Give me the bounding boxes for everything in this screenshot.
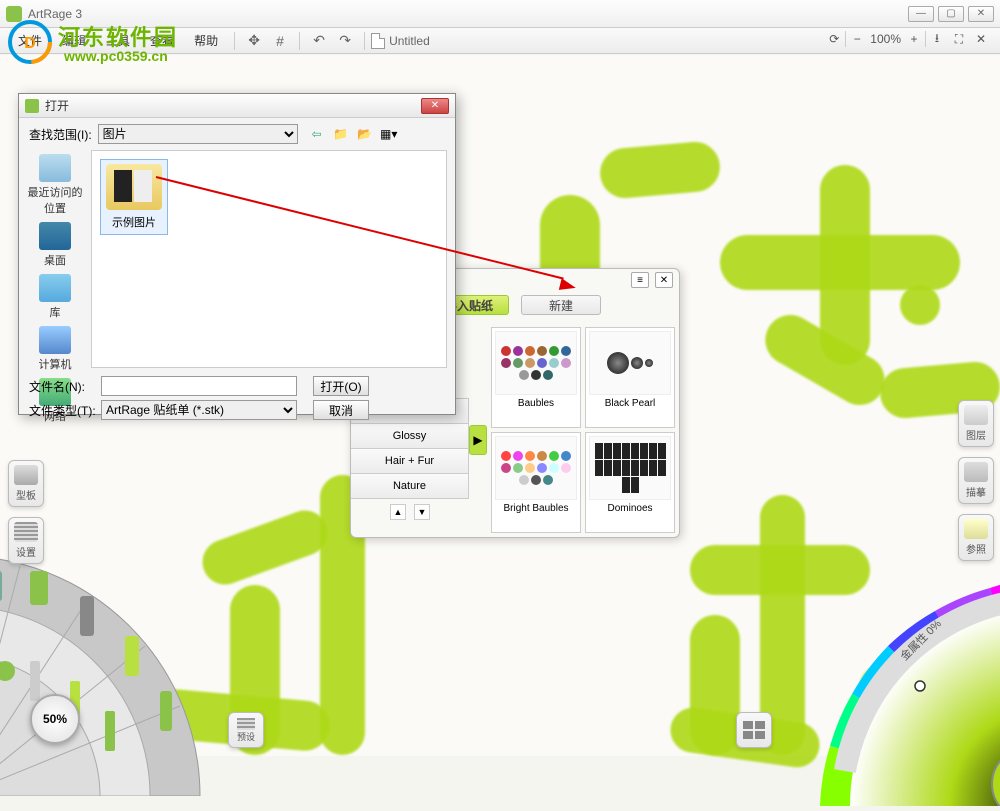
- document-title: Untitled: [389, 34, 430, 48]
- move-tool-icon[interactable]: ✥: [244, 31, 264, 51]
- download-icon[interactable]: ⭳: [928, 30, 946, 48]
- divider: [364, 32, 365, 50]
- zoom-level: 100%: [870, 32, 901, 46]
- new-folder-icon[interactable]: 📂: [356, 125, 374, 143]
- menu-tools[interactable]: 工具: [96, 28, 140, 53]
- sticker-card-black-pearl[interactable]: Black Pearl: [585, 327, 675, 428]
- menu-edit[interactable]: 编辑: [52, 28, 96, 53]
- zoom-out-icon[interactable]: −: [848, 30, 866, 48]
- window-titlebar: ArtRage 3 — ▢ ✕: [0, 0, 1000, 28]
- dialog-icon: [25, 99, 39, 113]
- settings-panel-button[interactable]: 设置: [8, 517, 44, 564]
- rotate-icon[interactable]: ⟳: [825, 30, 843, 48]
- look-in-label: 查找范围(I):: [29, 126, 92, 143]
- dialog-titlebar: 打开 ✕: [19, 94, 455, 118]
- panel-menu-icon[interactable]: ≡: [631, 272, 649, 288]
- sticker-card-bright-baubles[interactable]: Bright Baubles: [491, 432, 581, 533]
- new-sticker-tab[interactable]: 新建: [521, 295, 601, 315]
- panel-close-icon[interactable]: ✕: [655, 272, 673, 288]
- category-nature[interactable]: Nature: [351, 473, 469, 499]
- filetype-select[interactable]: ArtRage 贴纸单 (*.stk): [101, 400, 297, 420]
- dialog-close-button[interactable]: ✕: [421, 98, 449, 114]
- sticker-grid: Baubles Black Pearl Bright Baubles: [487, 323, 679, 537]
- menu-file[interactable]: 文件: [8, 28, 52, 53]
- menu-view[interactable]: 查看: [140, 28, 184, 53]
- app-icon: [6, 6, 22, 22]
- filetype-label: 文件类型(T):: [29, 402, 101, 419]
- menu-help[interactable]: 帮助: [184, 28, 228, 53]
- views-icon[interactable]: ▦▾: [380, 125, 398, 143]
- app-title: ArtRage 3: [28, 7, 82, 21]
- sticker-card-baubles[interactable]: Baubles: [491, 327, 581, 428]
- expand-right-icon[interactable]: ▶: [469, 425, 487, 455]
- file-list[interactable]: 示例图片: [91, 150, 447, 368]
- color-picker-wheel[interactable]: 金属性 0%: [790, 546, 1000, 806]
- places-sidebar: 最近访问的位置 桌面 库 计算机 网络: [19, 150, 91, 368]
- place-libraries[interactable]: 库: [23, 274, 87, 320]
- redo-icon[interactable]: ↷: [335, 31, 355, 51]
- divider: [234, 32, 235, 50]
- undo-icon[interactable]: ↶: [309, 31, 329, 51]
- minimize-button[interactable]: —: [908, 6, 934, 22]
- back-icon[interactable]: ⇦: [308, 125, 326, 143]
- look-in-select[interactable]: 图片: [98, 124, 298, 144]
- grid-tool-icon[interactable]: #: [270, 31, 290, 51]
- category-hair-fur[interactable]: Hair + Fur: [351, 448, 469, 474]
- open-file-dialog: 打开 ✕ 查找范围(I): 图片 ⇦ 📁 📂 ▦▾ 最近访问的位置 桌面 库 计…: [18, 93, 456, 415]
- filename-label: 文件名(N):: [29, 378, 101, 395]
- stencil-panel-button[interactable]: 型板: [8, 460, 44, 507]
- close-button[interactable]: ✕: [968, 6, 994, 22]
- trace-panel-button[interactable]: 描摹: [958, 457, 994, 504]
- maximize-button[interactable]: ▢: [938, 6, 964, 22]
- chevron-up-icon[interactable]: ▲: [390, 504, 406, 520]
- fullscreen-icon[interactable]: ⛶: [950, 30, 968, 48]
- refs-panel-button[interactable]: 参照: [958, 514, 994, 561]
- chevron-down-icon[interactable]: ▼: [414, 504, 430, 520]
- dialog-title: 打开: [45, 97, 69, 114]
- brush-size-pod[interactable]: 50%: [30, 694, 80, 744]
- filename-input[interactable]: [101, 376, 297, 396]
- open-button[interactable]: 打开(O): [313, 376, 369, 396]
- samples-button[interactable]: [736, 712, 772, 748]
- divider: [299, 32, 300, 50]
- layers-panel-button[interactable]: 图层: [958, 400, 994, 447]
- place-computer[interactable]: 计算机: [23, 326, 87, 372]
- left-panels: 型板 设置: [8, 460, 44, 564]
- zoom-in-icon[interactable]: +: [905, 30, 923, 48]
- folder-sample-pictures[interactable]: 示例图片: [100, 159, 168, 235]
- right-panels: 图层 描摹 参照: [958, 400, 994, 561]
- sticker-card-dominoes[interactable]: Dominoes: [585, 432, 675, 533]
- close-panel-icon[interactable]: ✕: [972, 30, 990, 48]
- up-icon[interactable]: 📁: [332, 125, 350, 143]
- cancel-button[interactable]: 取消: [313, 400, 369, 420]
- document-icon: [371, 33, 385, 49]
- place-recent[interactable]: 最近访问的位置: [23, 154, 87, 216]
- place-desktop[interactable]: 桌面: [23, 222, 87, 268]
- zoom-controls: ⟳ − 100% + ⭳ ⛶ ✕: [823, 30, 992, 48]
